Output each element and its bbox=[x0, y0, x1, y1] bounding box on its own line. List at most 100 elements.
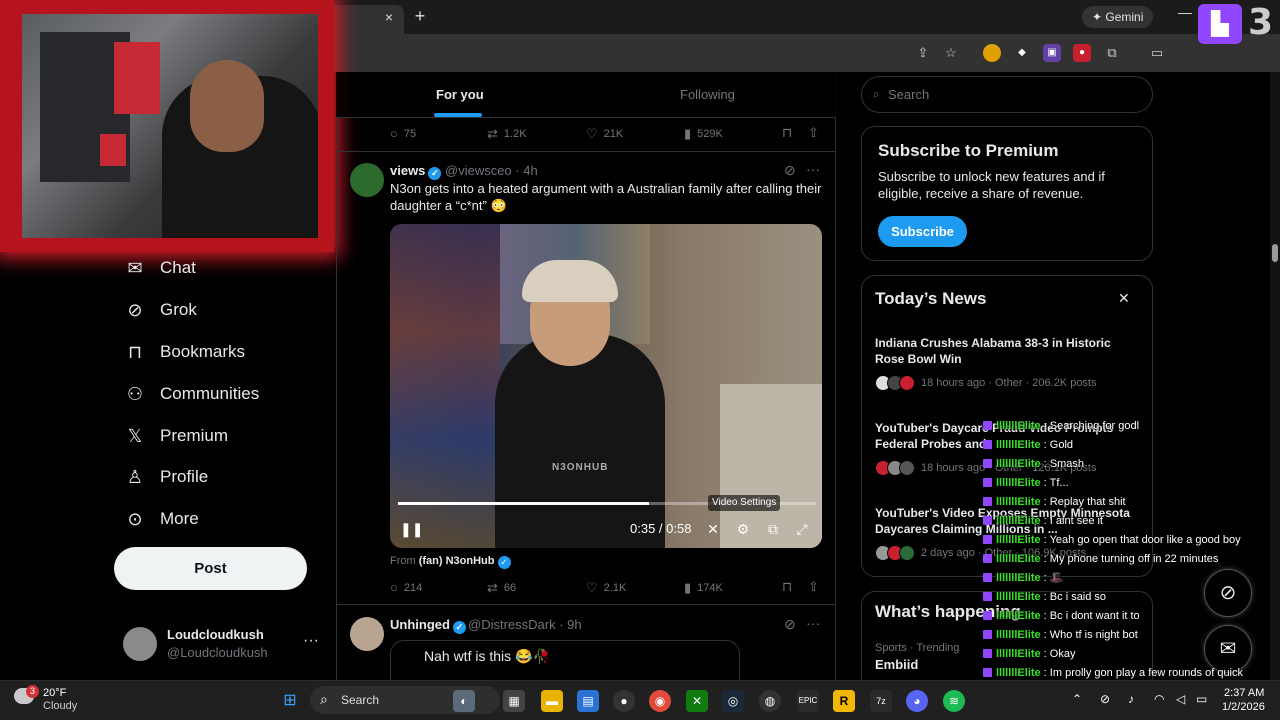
webcam-overlay bbox=[0, 0, 334, 252]
spotify-icon[interactable]: ≋ bbox=[943, 690, 965, 712]
search-icon: ⌕ bbox=[873, 87, 880, 101]
chat-text: My phone turning off in 22 minutes bbox=[1049, 553, 1219, 565]
avatar[interactable] bbox=[123, 627, 157, 661]
battery-icon[interactable]: ▭ bbox=[1196, 692, 1207, 706]
active-tab-indicator bbox=[434, 113, 482, 117]
tab-for-you[interactable]: For you bbox=[436, 87, 484, 102]
views-button[interactable]: ▮ 529K bbox=[684, 126, 723, 142]
share-button[interactable]: ⇧ bbox=[808, 579, 819, 595]
settings-gear-icon[interactable]: ⚙ bbox=[734, 520, 752, 538]
task-view-icon[interactable]: ▦ bbox=[503, 690, 525, 712]
extensions-puzzle-icon[interactable]: ⧉ bbox=[1103, 44, 1121, 62]
chrome-icon[interactable]: ◉ bbox=[649, 690, 671, 712]
rockstar-icon[interactable]: R bbox=[833, 690, 855, 712]
bookmark-star-icon[interactable]: ☆ bbox=[942, 44, 960, 62]
chat-user: lllllllElite bbox=[996, 458, 1041, 470]
app-icon[interactable]: ◍ bbox=[759, 690, 781, 712]
chat-user: lllllllElite bbox=[996, 667, 1041, 679]
chat-message: lllllllElite : Tf... bbox=[983, 475, 1069, 491]
nav-item-premium[interactable]: 𝕏 Premium bbox=[124, 421, 228, 451]
video-time: 0:35 / 0:58 bbox=[630, 521, 692, 536]
chat-user: lllllllElite bbox=[996, 610, 1041, 622]
repost-button[interactable]: ⇄ 66 bbox=[487, 580, 516, 596]
install-app-icon[interactable]: ⇪ bbox=[914, 44, 932, 62]
microphone-icon[interactable]: ♪ bbox=[1128, 692, 1134, 706]
repost-icon: ⇄ bbox=[487, 126, 498, 141]
wifi-icon[interactable]: ◠ bbox=[1154, 692, 1164, 706]
new-tab-button[interactable]: + bbox=[410, 6, 430, 26]
like-button[interactable]: ♡ 21K bbox=[586, 126, 623, 142]
discord-icon[interactable]: ◕ bbox=[906, 690, 928, 712]
address-bar[interactable] bbox=[334, 40, 974, 66]
network-icon[interactable]: ⊘ bbox=[1100, 692, 1110, 706]
nav-item-bookmarks[interactable]: ⊓ Bookmarks bbox=[124, 337, 245, 367]
repost-button[interactable]: ⇄ 1.2K bbox=[487, 126, 527, 142]
close-icon[interactable]: ✕ bbox=[1118, 290, 1130, 307]
scrollbar[interactable] bbox=[1270, 72, 1280, 680]
chevron-up-icon[interactable]: ⌃ bbox=[1072, 692, 1082, 706]
picture-in-picture-icon[interactable]: ⧉ bbox=[764, 520, 782, 538]
chat-text: Who tf is night bot bbox=[1049, 629, 1138, 641]
extension-color-icon[interactable] bbox=[983, 44, 1001, 62]
trend-topic[interactable]: Embiid bbox=[875, 657, 918, 672]
windows-start-icon[interactable]: ⊞ bbox=[279, 690, 301, 712]
avatar bbox=[899, 545, 915, 561]
grok-icon[interactable]: ⊘ bbox=[784, 616, 796, 633]
app-icon[interactable]: ● bbox=[613, 690, 635, 712]
fullscreen-icon[interactable]: ⤢ bbox=[793, 520, 811, 538]
side-panel-icon[interactable]: ▭ bbox=[1148, 44, 1166, 62]
pause-icon[interactable]: ❚❚ bbox=[400, 520, 423, 538]
steam-icon[interactable]: ◎ bbox=[722, 690, 744, 712]
nav-item-communities[interactable]: ⚇ Communities bbox=[124, 379, 259, 409]
file-explorer-icon[interactable]: ▬ bbox=[541, 690, 563, 712]
x-logo-icon: 𝕏 bbox=[127, 426, 143, 446]
post-button[interactable]: Post bbox=[114, 547, 307, 590]
news-headline[interactable]: Indiana Crushes Alabama 38-3 in Historic… bbox=[875, 335, 1140, 367]
volume-icon[interactable]: ◁ bbox=[1176, 692, 1185, 706]
minimize-button[interactable]: — bbox=[1178, 4, 1192, 20]
mute-icon[interactable]: ✕ bbox=[704, 520, 722, 538]
clock-date[interactable]: 1/2/2026 bbox=[1222, 701, 1265, 713]
tab-close-button[interactable]: × bbox=[380, 8, 398, 26]
account-name[interactable]: Loudcloudkush bbox=[167, 627, 264, 642]
epic-games-icon[interactable]: EPIC bbox=[797, 690, 819, 712]
extension-diamond-icon[interactable]: ◆ bbox=[1013, 44, 1031, 62]
xbox-icon[interactable]: ✕ bbox=[686, 690, 708, 712]
nav-item-profile[interactable]: ♙ Profile bbox=[124, 462, 208, 492]
reply-button[interactable]: ○ 214 bbox=[390, 580, 422, 595]
account-more-button[interactable]: ··· bbox=[303, 632, 319, 650]
avatar[interactable] bbox=[350, 163, 384, 197]
store-icon[interactable]: ▤ bbox=[577, 690, 599, 712]
like-button[interactable]: ♡ 2.1K bbox=[586, 580, 626, 596]
scrollbar-thumb[interactable] bbox=[1272, 244, 1278, 262]
video-source[interactable]: From (fan) N3onHub ✓ bbox=[390, 555, 511, 569]
subscribe-button[interactable]: Subscribe bbox=[878, 216, 967, 247]
app-icon[interactable]: 7z bbox=[870, 690, 892, 712]
views-button[interactable]: ▮ 174K bbox=[684, 580, 723, 596]
bookmark-button[interactable]: ⊓ bbox=[782, 125, 792, 141]
extension-twitch-icon[interactable]: ▣ bbox=[1043, 44, 1061, 62]
clock-time[interactable]: 2:37 AM bbox=[1224, 687, 1264, 699]
extension-red-icon[interactable]: ● bbox=[1073, 44, 1091, 62]
gemini-button[interactable]: ✦ Gemini bbox=[1082, 6, 1154, 28]
tweet-author[interactable]: views ✓ bbox=[390, 163, 442, 180]
nav-item-more[interactable]: ⊙ More bbox=[124, 504, 198, 534]
grok-icon[interactable]: ⊘ bbox=[784, 162, 796, 179]
grok-icon[interactable]: ⊘ bbox=[1204, 569, 1252, 617]
avatar[interactable] bbox=[350, 617, 384, 651]
reply-button[interactable]: ○ 75 bbox=[390, 126, 416, 141]
tweet-more-button[interactable]: ··· bbox=[806, 161, 820, 177]
tweet-text: N3on gets into a heated argument with a … bbox=[390, 181, 822, 213]
chat-badge-icon bbox=[983, 554, 992, 563]
nav-item-grok[interactable]: ⊘ Grok bbox=[124, 295, 196, 325]
weather-temp[interactable]: 20°F bbox=[43, 687, 66, 699]
tab-following[interactable]: Following bbox=[680, 87, 735, 102]
copilot-icon[interactable]: ◐ bbox=[453, 690, 475, 712]
share-button[interactable]: ⇧ bbox=[808, 125, 819, 141]
bookmark-button[interactable]: ⊓ bbox=[782, 579, 792, 595]
nav-item-chat[interactable]: ✉ Chat bbox=[124, 253, 195, 283]
verified-icon: ✓ bbox=[428, 167, 442, 180]
chat-badge-icon bbox=[983, 497, 992, 506]
tweet-more-button[interactable]: ··· bbox=[806, 615, 820, 631]
tweet-author[interactable]: Unhinged ✓ bbox=[390, 617, 466, 634]
